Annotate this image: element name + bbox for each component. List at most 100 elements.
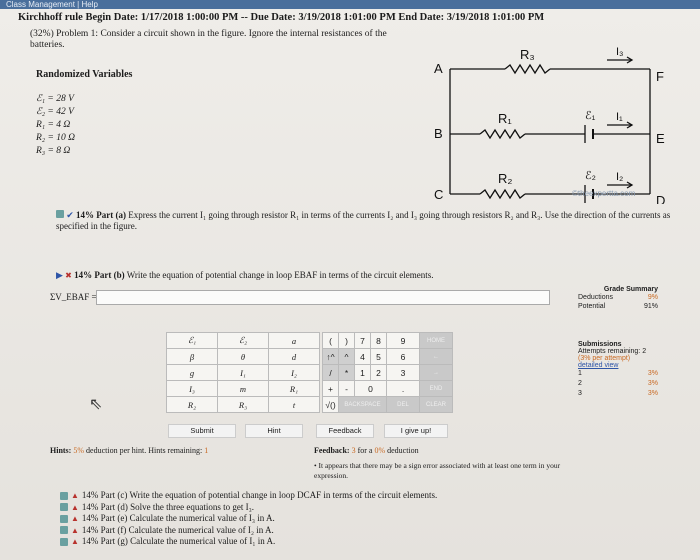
keypad: ( ) 7 8 9 HOME ↑^ ^ 4 5 6 ← / * 1 2 3 → … (322, 332, 453, 413)
sym-e2[interactable]: ℰ₂ (217, 332, 269, 349)
deductions-label: Deductions (578, 294, 614, 301)
lock-icon: ▲ (71, 537, 79, 546)
sym-i3[interactable]: I₃ (166, 380, 218, 397)
submit-button[interactable]: Submit (168, 424, 236, 438)
key-clear[interactable]: CLEAR (419, 396, 453, 413)
sym-t[interactable]: t (268, 396, 320, 413)
part-c[interactable]: ▲ 14% Part (c) Write the equation of pote… (60, 490, 437, 502)
sym-i2[interactable]: I₂ (268, 364, 320, 381)
key-5[interactable]: 5 (370, 348, 387, 365)
sub-2-val: 3% (647, 380, 658, 387)
hints-label: Hints: (50, 446, 72, 455)
node-f-label: F (656, 69, 664, 84)
problem-statement: (32%) Problem 1: Consider a circuit show… (30, 29, 387, 50)
sym-a[interactable]: a (268, 332, 320, 349)
key-end[interactable]: END (419, 380, 453, 397)
part-d[interactable]: ▲ 14% Part (d) Solve the three equations … (60, 502, 437, 514)
key-6[interactable]: 6 (386, 348, 420, 365)
part-g[interactable]: ▲ 14% Part (g) Calculate the numerical va… (60, 536, 437, 548)
key-left[interactable]: ← (419, 348, 453, 365)
check-icon: ✔ (66, 210, 74, 220)
part-f-text: 14% Part (f) Calculate the numerical val… (81, 524, 274, 535)
hints-pct: 5% (73, 446, 85, 455)
sym-r3[interactable]: R₃ (217, 396, 269, 413)
node-b-label: B (434, 126, 443, 141)
sym-d[interactable]: d (268, 348, 320, 365)
sub-1-num: 1 (578, 370, 582, 377)
potential-label: Potential (578, 303, 606, 310)
key-del[interactable]: DEL (386, 396, 420, 413)
part-f[interactable]: ▲ 14% Part (f) Calculate the numerical va… (60, 525, 437, 537)
help-link[interactable]: Help (81, 0, 97, 9)
key-9[interactable]: 9 (386, 332, 420, 349)
sym-r1[interactable]: R₁ (268, 380, 320, 397)
key-4[interactable]: 4 (354, 348, 371, 365)
part-b-marker: 14% Part (b) (74, 270, 125, 280)
answer-input[interactable] (96, 290, 550, 305)
feedback-pct: 0% (374, 446, 386, 455)
circuit-figure: A B C F E D R₃ R₁ R₂ ℰ₁ ℰ₂ I₃ I₁ I₂ (434, 46, 665, 204)
node-a-label: A (434, 61, 443, 76)
part-status-icon (60, 491, 68, 500)
key-close-paren[interactable]: ) (338, 332, 355, 349)
feedback-note-text: It appears that there may be a sign erro… (314, 461, 561, 480)
key-right[interactable]: → (419, 364, 453, 381)
part-e[interactable]: ▲ 14% Part (e) Calculate the numerical va… (60, 513, 437, 525)
detailed-view-link[interactable]: detailed view (578, 362, 658, 369)
feedback-mid: for a (357, 446, 373, 455)
e1-label: ℰ₁ (585, 110, 596, 122)
sym-m[interactable]: m (217, 380, 269, 397)
sym-e1[interactable]: ℰ₁ (166, 332, 218, 349)
submissions-panel: Submissions Attempts remaining: 2 (3% pe… (578, 341, 658, 399)
sym-theta[interactable]: θ (217, 348, 269, 365)
sym-i1[interactable]: I₁ (217, 364, 269, 381)
expand-arrow-icon: ▶ (56, 270, 63, 280)
key-divide[interactable]: / (322, 364, 339, 381)
key-sqrt[interactable]: √() (322, 396, 339, 413)
key-3[interactable]: 3 (386, 364, 420, 381)
hints-info: Hints: 5% deduction per hint. Hints rema… (50, 446, 208, 455)
deductions-value: 9% (647, 294, 658, 301)
lock-icon: ▲ (71, 502, 79, 512)
key-1[interactable]: 1 (354, 364, 371, 381)
key-7[interactable]: 7 (354, 332, 371, 349)
feedback-count: 3 (351, 446, 356, 455)
part-status-icon (60, 537, 68, 546)
hint-button[interactable]: Hint (245, 424, 303, 438)
key-minus[interactable]: - (338, 380, 355, 397)
class-management-link[interactable]: Class Management (6, 0, 75, 9)
key-dot[interactable]: . (386, 380, 420, 397)
key-power[interactable]: ↑^ (322, 348, 339, 365)
feedback-info: Feedback: 3 for a 0% deduction (314, 446, 419, 455)
hints-text: deduction per hint. Hints remaining: (86, 446, 203, 455)
i1-label: I₁ (616, 111, 623, 123)
key-2[interactable]: 2 (370, 364, 387, 381)
key-plus[interactable]: + (322, 380, 339, 397)
sym-r2[interactable]: R₂ (166, 396, 218, 413)
key-caret[interactable]: ^ (338, 348, 355, 365)
key-backspace[interactable]: BACKSPACE (338, 396, 387, 413)
part-d-text: 14% Part (d) Solve the three equations t… (81, 501, 255, 512)
part-b[interactable]: ▶ ✖ 14% Part (b) Write the equation of p… (56, 270, 576, 281)
key-0[interactable]: 0 (354, 380, 387, 397)
feedback-button[interactable]: Feedback (316, 424, 374, 438)
give-up-button[interactable]: I give up! (384, 424, 448, 438)
sym-g[interactable]: g (166, 364, 218, 381)
var-e2: ℰ₂ = 42 V (36, 107, 74, 117)
feedback-label: Feedback: (314, 446, 350, 455)
key-8[interactable]: 8 (370, 332, 387, 349)
part-a-text: Express the current I₁ going through res… (56, 210, 671, 231)
warning-icon: ✖ (65, 271, 72, 280)
part-status-icon (60, 503, 68, 512)
submissions-title: Submissions (578, 341, 622, 348)
randomized-variables-list: ℰ₁ = 28 V ℰ₂ = 42 V R₁ = 4 Ω R₂ = 10 Ω R… (36, 93, 75, 158)
r1-label: R₁ (498, 111, 512, 126)
key-home[interactable]: HOME (419, 332, 453, 349)
top-menu-bar: Class Management | Help (0, 0, 700, 9)
key-multiply[interactable]: * (338, 364, 355, 381)
sym-beta[interactable]: β (166, 348, 218, 365)
var-e1: ℰ₁ = 28 V (36, 94, 74, 104)
key-open-paren[interactable]: ( (322, 332, 339, 349)
remaining-parts-list: ▲ 14% Part (c) Write the equation of pote… (60, 490, 437, 548)
part-a[interactable]: ✔ 14% Part (a) Express the current I₁ go… (56, 210, 676, 232)
